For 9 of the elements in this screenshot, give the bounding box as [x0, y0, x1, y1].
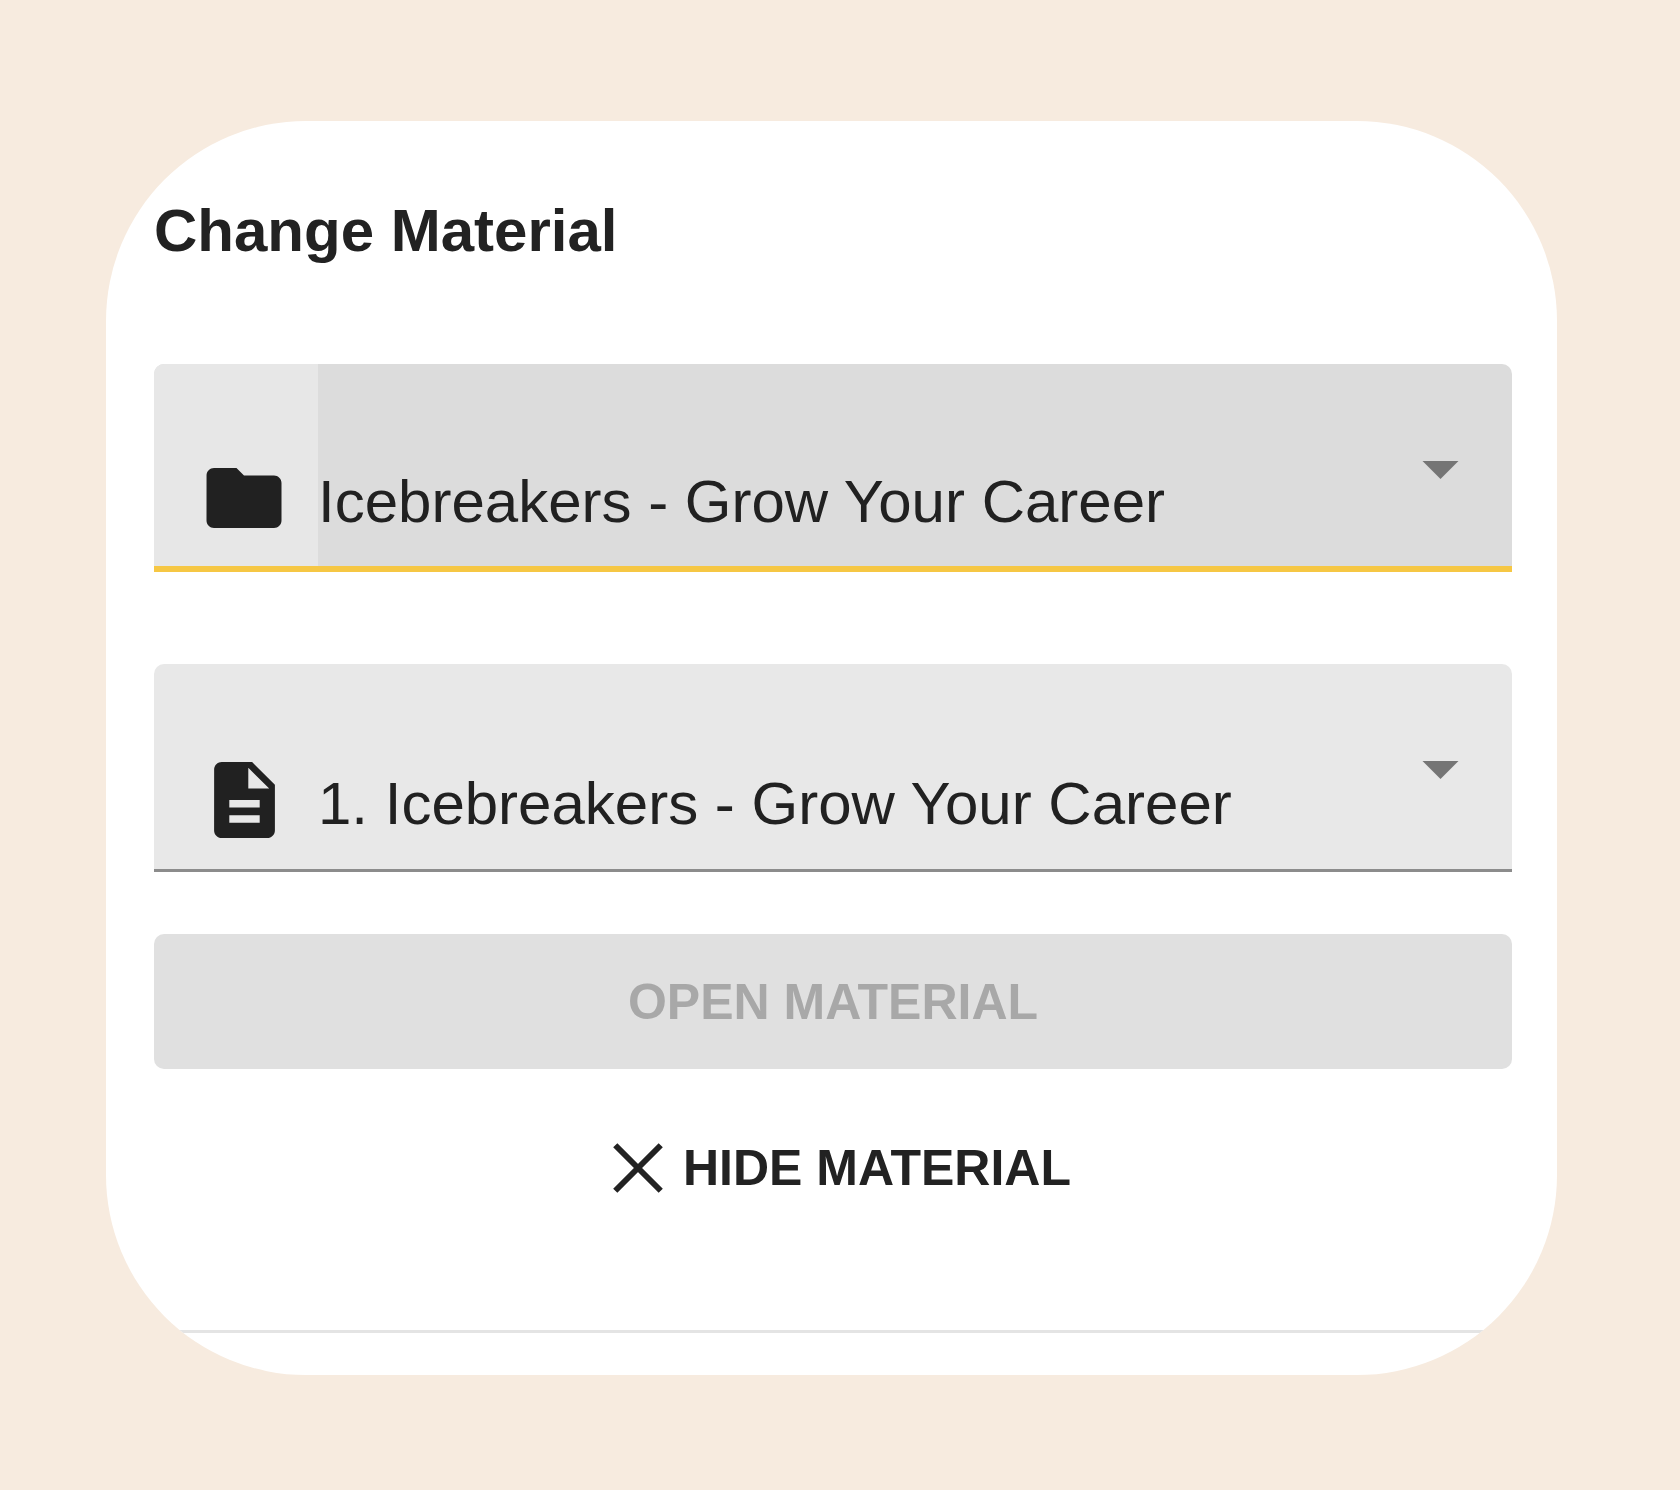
close-icon [613, 1143, 663, 1193]
folder-icon [206, 468, 282, 528]
document-icon [213, 761, 275, 838]
hide-material-button[interactable]: HIDE MATERIAL [595, 1126, 1071, 1210]
select-field[interactable]: Icebreakers - Grow Your Career [154, 364, 1512, 572]
caret-icon [1422, 461, 1459, 479]
panel-title: Change Material [154, 196, 618, 266]
select-field[interactable]: 1. Icebreakers - Grow Your Career [154, 664, 1512, 872]
caret-icon [1422, 761, 1459, 779]
